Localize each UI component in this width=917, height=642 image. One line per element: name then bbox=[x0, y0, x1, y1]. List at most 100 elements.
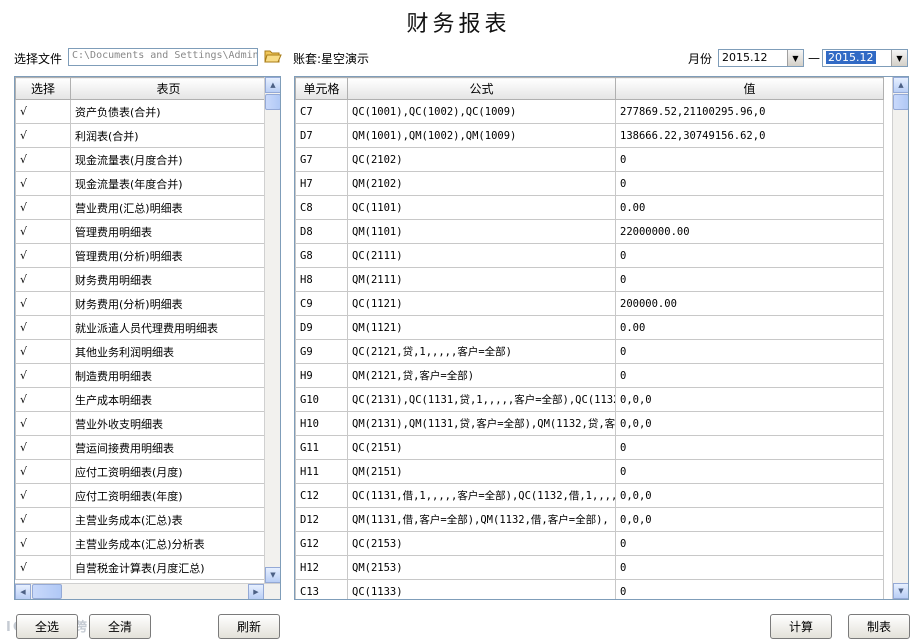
cell-ref[interactable]: C9 bbox=[295, 291, 348, 316]
value-cell[interactable]: 0,0,0 bbox=[615, 411, 884, 436]
table-row[interactable]: √ 营运间接费用明细表 bbox=[15, 435, 267, 460]
formula-cell[interactable]: QC(1131,借,1,,,,,客户=全部),QC(1132,借,1,,,, bbox=[347, 483, 616, 508]
value-cell[interactable]: 0 bbox=[615, 555, 884, 580]
cell-ref[interactable]: C13 bbox=[295, 579, 348, 599]
cell-ref[interactable]: C7 bbox=[295, 99, 348, 124]
row-checkbox[interactable]: √ bbox=[15, 435, 71, 460]
table-row[interactable]: C8 QC(1101) 0.00 bbox=[295, 195, 884, 220]
table-row[interactable]: √ 应付工资明细表(年度) bbox=[15, 483, 267, 508]
value-cell[interactable]: 0.00 bbox=[615, 315, 884, 340]
value-cell[interactable]: 0 bbox=[615, 579, 884, 599]
value-cell[interactable]: 0,0,0 bbox=[615, 507, 884, 532]
value-cell[interactable]: 0 bbox=[615, 339, 884, 364]
table-row[interactable]: C13 QC(1133) 0 bbox=[295, 579, 884, 599]
select-all-button[interactable]: 全选 bbox=[16, 614, 78, 639]
row-checkbox[interactable]: √ bbox=[15, 123, 71, 148]
table-row[interactable]: H9 QM(2121,贷,客户=全部) 0 bbox=[295, 363, 884, 388]
formula-cell[interactable]: QC(2151) bbox=[347, 435, 616, 460]
formula-cell[interactable]: QC(2102) bbox=[347, 147, 616, 172]
scroll-down-icon[interactable]: ▼ bbox=[265, 567, 280, 583]
value-cell[interactable]: 200000.00 bbox=[615, 291, 884, 316]
row-checkbox[interactable]: √ bbox=[15, 147, 71, 172]
row-checkbox[interactable]: √ bbox=[15, 531, 71, 556]
value-cell[interactable]: 22000000.00 bbox=[615, 219, 884, 244]
cell-ref[interactable]: G11 bbox=[295, 435, 348, 460]
formula-cell[interactable]: QC(2153) bbox=[347, 531, 616, 556]
right-vertical-scrollbar[interactable]: ▲ ▼ bbox=[892, 77, 908, 599]
value-cell[interactable]: 0 bbox=[615, 435, 884, 460]
value-cell[interactable]: 0 bbox=[615, 147, 884, 172]
table-row[interactable]: √ 主营业务成本(汇总)表 bbox=[15, 507, 267, 532]
make-report-button[interactable]: 制表 bbox=[848, 614, 910, 639]
cell-ref[interactable]: H8 bbox=[295, 267, 348, 292]
table-row[interactable]: C7 QC(1001),QC(1002),QC(1009) 277869.52,21… bbox=[295, 99, 884, 124]
scroll-thumb[interactable] bbox=[265, 94, 280, 110]
value-cell[interactable]: 0 bbox=[615, 243, 884, 268]
value-cell[interactable]: 0,0,0 bbox=[615, 483, 884, 508]
formula-cell[interactable]: QM(1101) bbox=[347, 219, 616, 244]
table-row[interactable]: H12 QM(2153) 0 bbox=[295, 555, 884, 580]
row-checkbox[interactable]: √ bbox=[15, 387, 71, 412]
formula-cell[interactable]: QM(2131),QM(1131,贷,客户=全部),QM(1132,贷,客 bbox=[347, 411, 616, 436]
formula-cell[interactable]: QM(2153) bbox=[347, 555, 616, 580]
row-checkbox[interactable]: √ bbox=[15, 195, 71, 220]
refresh-button[interactable]: 刷新 bbox=[218, 614, 280, 639]
scroll-right-icon[interactable]: ▶ bbox=[248, 584, 264, 599]
value-cell[interactable]: 0.00 bbox=[615, 195, 884, 220]
formula-cell[interactable]: QC(1001),QC(1002),QC(1009) bbox=[347, 99, 616, 124]
table-row[interactable]: √ 现金流量表(月度合并) bbox=[15, 147, 267, 172]
calculate-button[interactable]: 计算 bbox=[770, 614, 832, 639]
table-row[interactable]: √ 营业外收支明细表 bbox=[15, 411, 267, 436]
value-cell[interactable]: 0 bbox=[615, 459, 884, 484]
value-cell[interactable]: 277869.52,21100295.96,0 bbox=[615, 99, 884, 124]
table-row[interactable]: G12 QC(2153) 0 bbox=[295, 531, 884, 556]
row-checkbox[interactable]: √ bbox=[15, 291, 71, 316]
chevron-down-icon[interactable]: ▼ bbox=[787, 50, 803, 66]
left-horizontal-scrollbar[interactable]: ◀ ▶ bbox=[15, 583, 280, 599]
cell-ref[interactable]: G8 bbox=[295, 243, 348, 268]
row-checkbox[interactable]: √ bbox=[15, 507, 71, 532]
table-row[interactable]: √ 现金流量表(年度合并) bbox=[15, 171, 267, 196]
col-header-value[interactable]: 值 bbox=[615, 77, 884, 100]
cell-ref[interactable]: H7 bbox=[295, 171, 348, 196]
table-row[interactable]: √ 财务费用明细表 bbox=[15, 267, 267, 292]
row-checkbox[interactable]: √ bbox=[15, 339, 71, 364]
table-row[interactable]: √ 就业派遣人员代理费用明细表 bbox=[15, 315, 267, 340]
table-row[interactable]: H11 QM(2151) 0 bbox=[295, 459, 884, 484]
formula-cell[interactable]: QC(2131),QC(1131,贷,1,,,,,客户=全部),QC(1132 bbox=[347, 387, 616, 412]
col-header-page[interactable]: 表页 bbox=[70, 77, 267, 100]
scroll-up-icon[interactable]: ▲ bbox=[265, 77, 280, 93]
table-row[interactable]: H7 QM(2102) 0 bbox=[295, 171, 884, 196]
formula-cell[interactable]: QM(2151) bbox=[347, 459, 616, 484]
table-row[interactable]: √ 应付工资明细表(月度) bbox=[15, 459, 267, 484]
formula-cell[interactable]: QM(2102) bbox=[347, 171, 616, 196]
cell-ref[interactable]: D12 bbox=[295, 507, 348, 532]
table-row[interactable]: √ 资产负债表(合并) bbox=[15, 99, 267, 124]
left-vertical-scrollbar[interactable]: ▲ ▼ bbox=[264, 77, 280, 583]
col-header-cell[interactable]: 单元格 bbox=[295, 77, 348, 100]
cell-ref[interactable]: G12 bbox=[295, 531, 348, 556]
value-cell[interactable]: 138666.22,30749156.62,0 bbox=[615, 123, 884, 148]
formula-cell[interactable]: QM(1131,借,客户=全部),QM(1132,借,客户=全部), bbox=[347, 507, 616, 532]
table-row[interactable]: D12 QM(1131,借,客户=全部),QM(1132,借,客户=全部), 0,0… bbox=[295, 507, 884, 532]
formula-cell[interactable]: QM(2111) bbox=[347, 267, 616, 292]
formula-cell[interactable]: QM(1001),QM(1002),QM(1009) bbox=[347, 123, 616, 148]
cell-ref[interactable]: H9 bbox=[295, 363, 348, 388]
cell-ref[interactable]: H11 bbox=[295, 459, 348, 484]
table-row[interactable]: G9 QC(2121,贷,1,,,,,客户=全部) 0 bbox=[295, 339, 884, 364]
row-checkbox[interactable]: √ bbox=[15, 363, 71, 388]
value-cell[interactable]: 0 bbox=[615, 267, 884, 292]
table-row[interactable]: H8 QM(2111) 0 bbox=[295, 267, 884, 292]
formula-cell[interactable]: QC(1121) bbox=[347, 291, 616, 316]
cell-ref[interactable]: G7 bbox=[295, 147, 348, 172]
formula-cell[interactable]: QC(1133) bbox=[347, 579, 616, 599]
value-cell[interactable]: 0,0,0 bbox=[615, 387, 884, 412]
table-row[interactable]: √ 主营业务成本(汇总)分析表 bbox=[15, 531, 267, 556]
formula-cell[interactable]: QM(2121,贷,客户=全部) bbox=[347, 363, 616, 388]
month-from-select[interactable]: 2015.12 ▼ bbox=[718, 49, 804, 67]
table-row[interactable]: G7 QC(2102) 0 bbox=[295, 147, 884, 172]
table-row[interactable]: √ 生产成本明细表 bbox=[15, 387, 267, 412]
clear-all-button[interactable]: 全清 bbox=[89, 614, 151, 639]
table-row[interactable]: G10 QC(2131),QC(1131,贷,1,,,,,客户=全部),QC(11… bbox=[295, 387, 884, 412]
table-row[interactable]: √ 自营税金计算表(月度汇总) bbox=[15, 555, 267, 580]
